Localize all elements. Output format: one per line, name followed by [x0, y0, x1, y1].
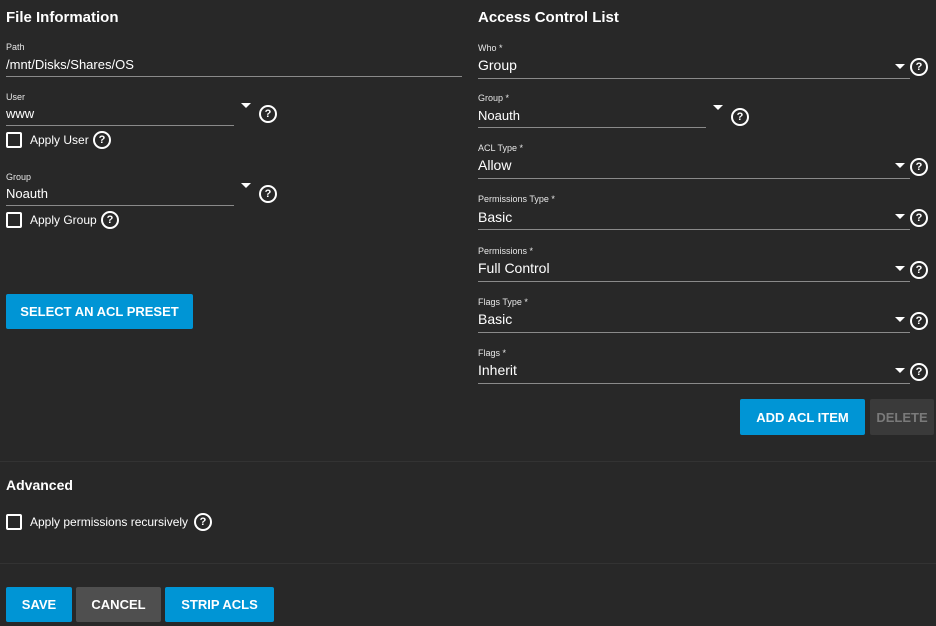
- flags-select[interactable]: Flags * Inherit: [478, 345, 910, 385]
- apply-group-checkbox[interactable]: [6, 212, 22, 228]
- permissions-value: Full Control: [478, 260, 550, 276]
- delete-acl-item-button[interactable]: DELETE: [870, 399, 934, 435]
- acl-group-select[interactable]: Group * Noauth: [478, 90, 723, 128]
- apply-user-label: Apply User: [30, 133, 89, 147]
- apply-recursively-help-icon[interactable]: ?: [194, 513, 212, 531]
- user-select[interactable]: User www: [6, 90, 251, 126]
- group-select[interactable]: Group Noauth: [6, 170, 251, 206]
- path-label: Path: [6, 42, 25, 52]
- permissions-type-select[interactable]: Permissions Type * Basic: [478, 191, 910, 231]
- apply-recursively-label: Apply permissions recursively: [30, 515, 189, 529]
- user-label: User: [6, 92, 26, 102]
- access-control-list-title: Access Control List: [478, 9, 619, 26]
- who-label: Who *: [478, 43, 503, 53]
- path-value: /mnt/Disks/Shares/OS: [6, 57, 134, 72]
- group-help-icon[interactable]: ?: [259, 185, 277, 203]
- acl-type-caret-down-icon: [895, 163, 905, 168]
- who-caret-down-icon: [895, 64, 905, 69]
- advanced-divider: [0, 461, 936, 462]
- footer-divider: [0, 563, 936, 564]
- strip-acls-button[interactable]: STRIP ACLS: [165, 587, 274, 622]
- group-label: Group: [6, 172, 32, 182]
- acl-group-caret-down-icon: [713, 105, 723, 110]
- permissions-type-label: Permissions Type *: [478, 194, 555, 204]
- permissions-select[interactable]: Permissions * Full Control: [478, 243, 910, 283]
- apply-group-label: Apply Group: [30, 213, 97, 227]
- who-value: Group: [478, 57, 517, 73]
- flags-underline: [478, 383, 910, 384]
- acl-group-underline: [478, 127, 706, 128]
- add-acl-item-button[interactable]: ADD ACL ITEM: [740, 399, 865, 435]
- acl-type-select[interactable]: ACL Type * Allow: [478, 140, 910, 180]
- permissions-type-help-icon[interactable]: ?: [910, 209, 928, 227]
- acl-type-label: ACL Type *: [478, 143, 524, 153]
- flags-type-caret-down-icon: [895, 317, 905, 322]
- flags-label: Flags *: [478, 348, 507, 358]
- flags-value: Inherit: [478, 362, 517, 378]
- group-underline: [6, 205, 234, 206]
- flags-help-icon[interactable]: ?: [910, 363, 928, 381]
- flags-type-underline: [478, 332, 910, 333]
- user-value: www: [6, 106, 35, 121]
- permissions-underline: [478, 281, 910, 282]
- who-underline: [478, 78, 910, 79]
- select-acl-preset-button[interactable]: SELECT AN ACL PRESET: [6, 294, 193, 329]
- permissions-label: Permissions *: [478, 246, 534, 256]
- acl-group-help-icon[interactable]: ?: [731, 108, 749, 126]
- permissions-caret-down-icon: [895, 266, 905, 271]
- permissions-type-caret-down-icon: [895, 214, 905, 219]
- user-caret-down-icon: [241, 103, 251, 108]
- advanced-title: Advanced: [6, 477, 73, 493]
- permissions-type-value: Basic: [478, 209, 513, 225]
- apply-user-checkbox[interactable]: [6, 132, 22, 148]
- who-help-icon[interactable]: ?: [910, 58, 928, 76]
- apply-user-help-icon[interactable]: ?: [93, 131, 111, 149]
- save-button[interactable]: SAVE: [6, 587, 72, 622]
- acl-type-underline: [478, 178, 910, 179]
- acl-type-help-icon[interactable]: ?: [910, 158, 928, 176]
- flags-type-value: Basic: [478, 311, 513, 327]
- acl-type-value: Allow: [478, 157, 512, 173]
- user-underline: [6, 125, 234, 126]
- permissions-type-underline: [478, 229, 910, 230]
- flags-type-label: Flags Type *: [478, 297, 528, 307]
- group-value: Noauth: [6, 186, 48, 201]
- apply-recursively-checkbox[interactable]: [6, 514, 22, 530]
- cancel-button[interactable]: CANCEL: [76, 587, 161, 622]
- file-information-title: File Information: [6, 9, 119, 26]
- acl-group-value: Noauth: [478, 108, 520, 123]
- flags-type-help-icon[interactable]: ?: [910, 312, 928, 330]
- permissions-help-icon[interactable]: ?: [910, 261, 928, 279]
- flags-type-select[interactable]: Flags Type * Basic: [478, 294, 910, 334]
- apply-group-help-icon[interactable]: ?: [101, 211, 119, 229]
- who-select[interactable]: Who * Group: [478, 40, 910, 80]
- user-help-icon[interactable]: ?: [259, 105, 277, 123]
- group-caret-down-icon: [241, 183, 251, 188]
- path-underline: [6, 76, 462, 77]
- flags-caret-down-icon: [895, 368, 905, 373]
- acl-group-label: Group *: [478, 93, 510, 103]
